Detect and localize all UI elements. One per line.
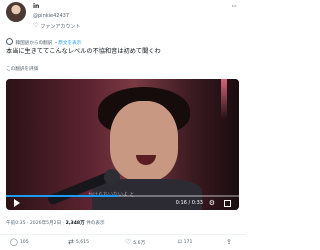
repost-icon: ⇄ bbox=[68, 238, 74, 246]
avatar[interactable] bbox=[6, 2, 26, 22]
video-time: 0:16 / 0:33 bbox=[175, 200, 203, 206]
reply-icon: ◯ bbox=[10, 238, 18, 246]
tweet-time[interactable]: 午前0:35 · 2026年5月2日 bbox=[6, 221, 61, 226]
share-icon: ⇪ bbox=[226, 238, 232, 246]
microphone-head bbox=[104, 169, 120, 185]
user-name[interactable]: in bbox=[33, 3, 39, 10]
more-options-icon[interactable]: ··· bbox=[231, 2, 237, 11]
view-count-label: 件の表示 bbox=[86, 221, 105, 226]
play-icon[interactable] bbox=[14, 199, 20, 207]
user-handle[interactable]: @pinkie42437 bbox=[33, 13, 69, 19]
gear-icon[interactable]: ⚙ bbox=[209, 199, 215, 207]
globe-icon bbox=[6, 38, 13, 45]
rate-translation-link[interactable]: この翻訳を評価 bbox=[6, 66, 38, 72]
view-count: 2,348万 bbox=[65, 221, 85, 226]
video-progress-fill bbox=[6, 195, 118, 197]
bookmark-button[interactable]: ⌑ 171 bbox=[178, 239, 192, 246]
tweet-meta: 午前0:35 · 2026年5月2日 · 2,348万 件の表示 bbox=[6, 221, 105, 226]
bookmark-count: 171 bbox=[183, 240, 193, 245]
repost-count: 5,615 bbox=[75, 240, 90, 245]
like-icon: ♡ bbox=[125, 238, 132, 246]
reply-button[interactable]: ◯ 105 bbox=[10, 239, 29, 246]
tweet-text: 本当に生きててこんなレベルの不協和音は初めて聞くわ bbox=[6, 48, 161, 55]
tweet-header: in @pinkie42437 ♡ ファンアカウント ··· bbox=[0, 0, 246, 38]
repost-button[interactable]: ⇄ 5,615 bbox=[68, 239, 89, 246]
heart-icon: ♡ bbox=[33, 22, 39, 29]
like-button[interactable]: ♡ 5.6万 bbox=[125, 239, 145, 246]
reply-count: 105 bbox=[19, 240, 29, 245]
subscription-label: ファンアカウント bbox=[40, 23, 81, 30]
singer-face bbox=[110, 101, 178, 181]
like-count: 5.6万 bbox=[133, 240, 146, 246]
video-player[interactable]: かけらちいないよ と 0:16 / 0:33 ⚙ bbox=[6, 79, 239, 210]
bookmark-icon: ⌑ bbox=[178, 238, 182, 246]
video-progress-bar[interactable] bbox=[6, 195, 239, 197]
action-bar: ◯ 105 ⇄ 5,615 ♡ 5.6万 ⌑ 171 ⇪ bbox=[0, 234, 246, 249]
stage-light bbox=[221, 79, 227, 119]
share-button[interactable]: ⇪ bbox=[226, 239, 232, 246]
subscription-row[interactable]: ♡ ファンアカウント bbox=[33, 22, 80, 30]
translation-note: 韓国語からの翻訳 ・原文を表示 bbox=[6, 38, 81, 46]
fullscreen-icon[interactable] bbox=[224, 200, 231, 207]
